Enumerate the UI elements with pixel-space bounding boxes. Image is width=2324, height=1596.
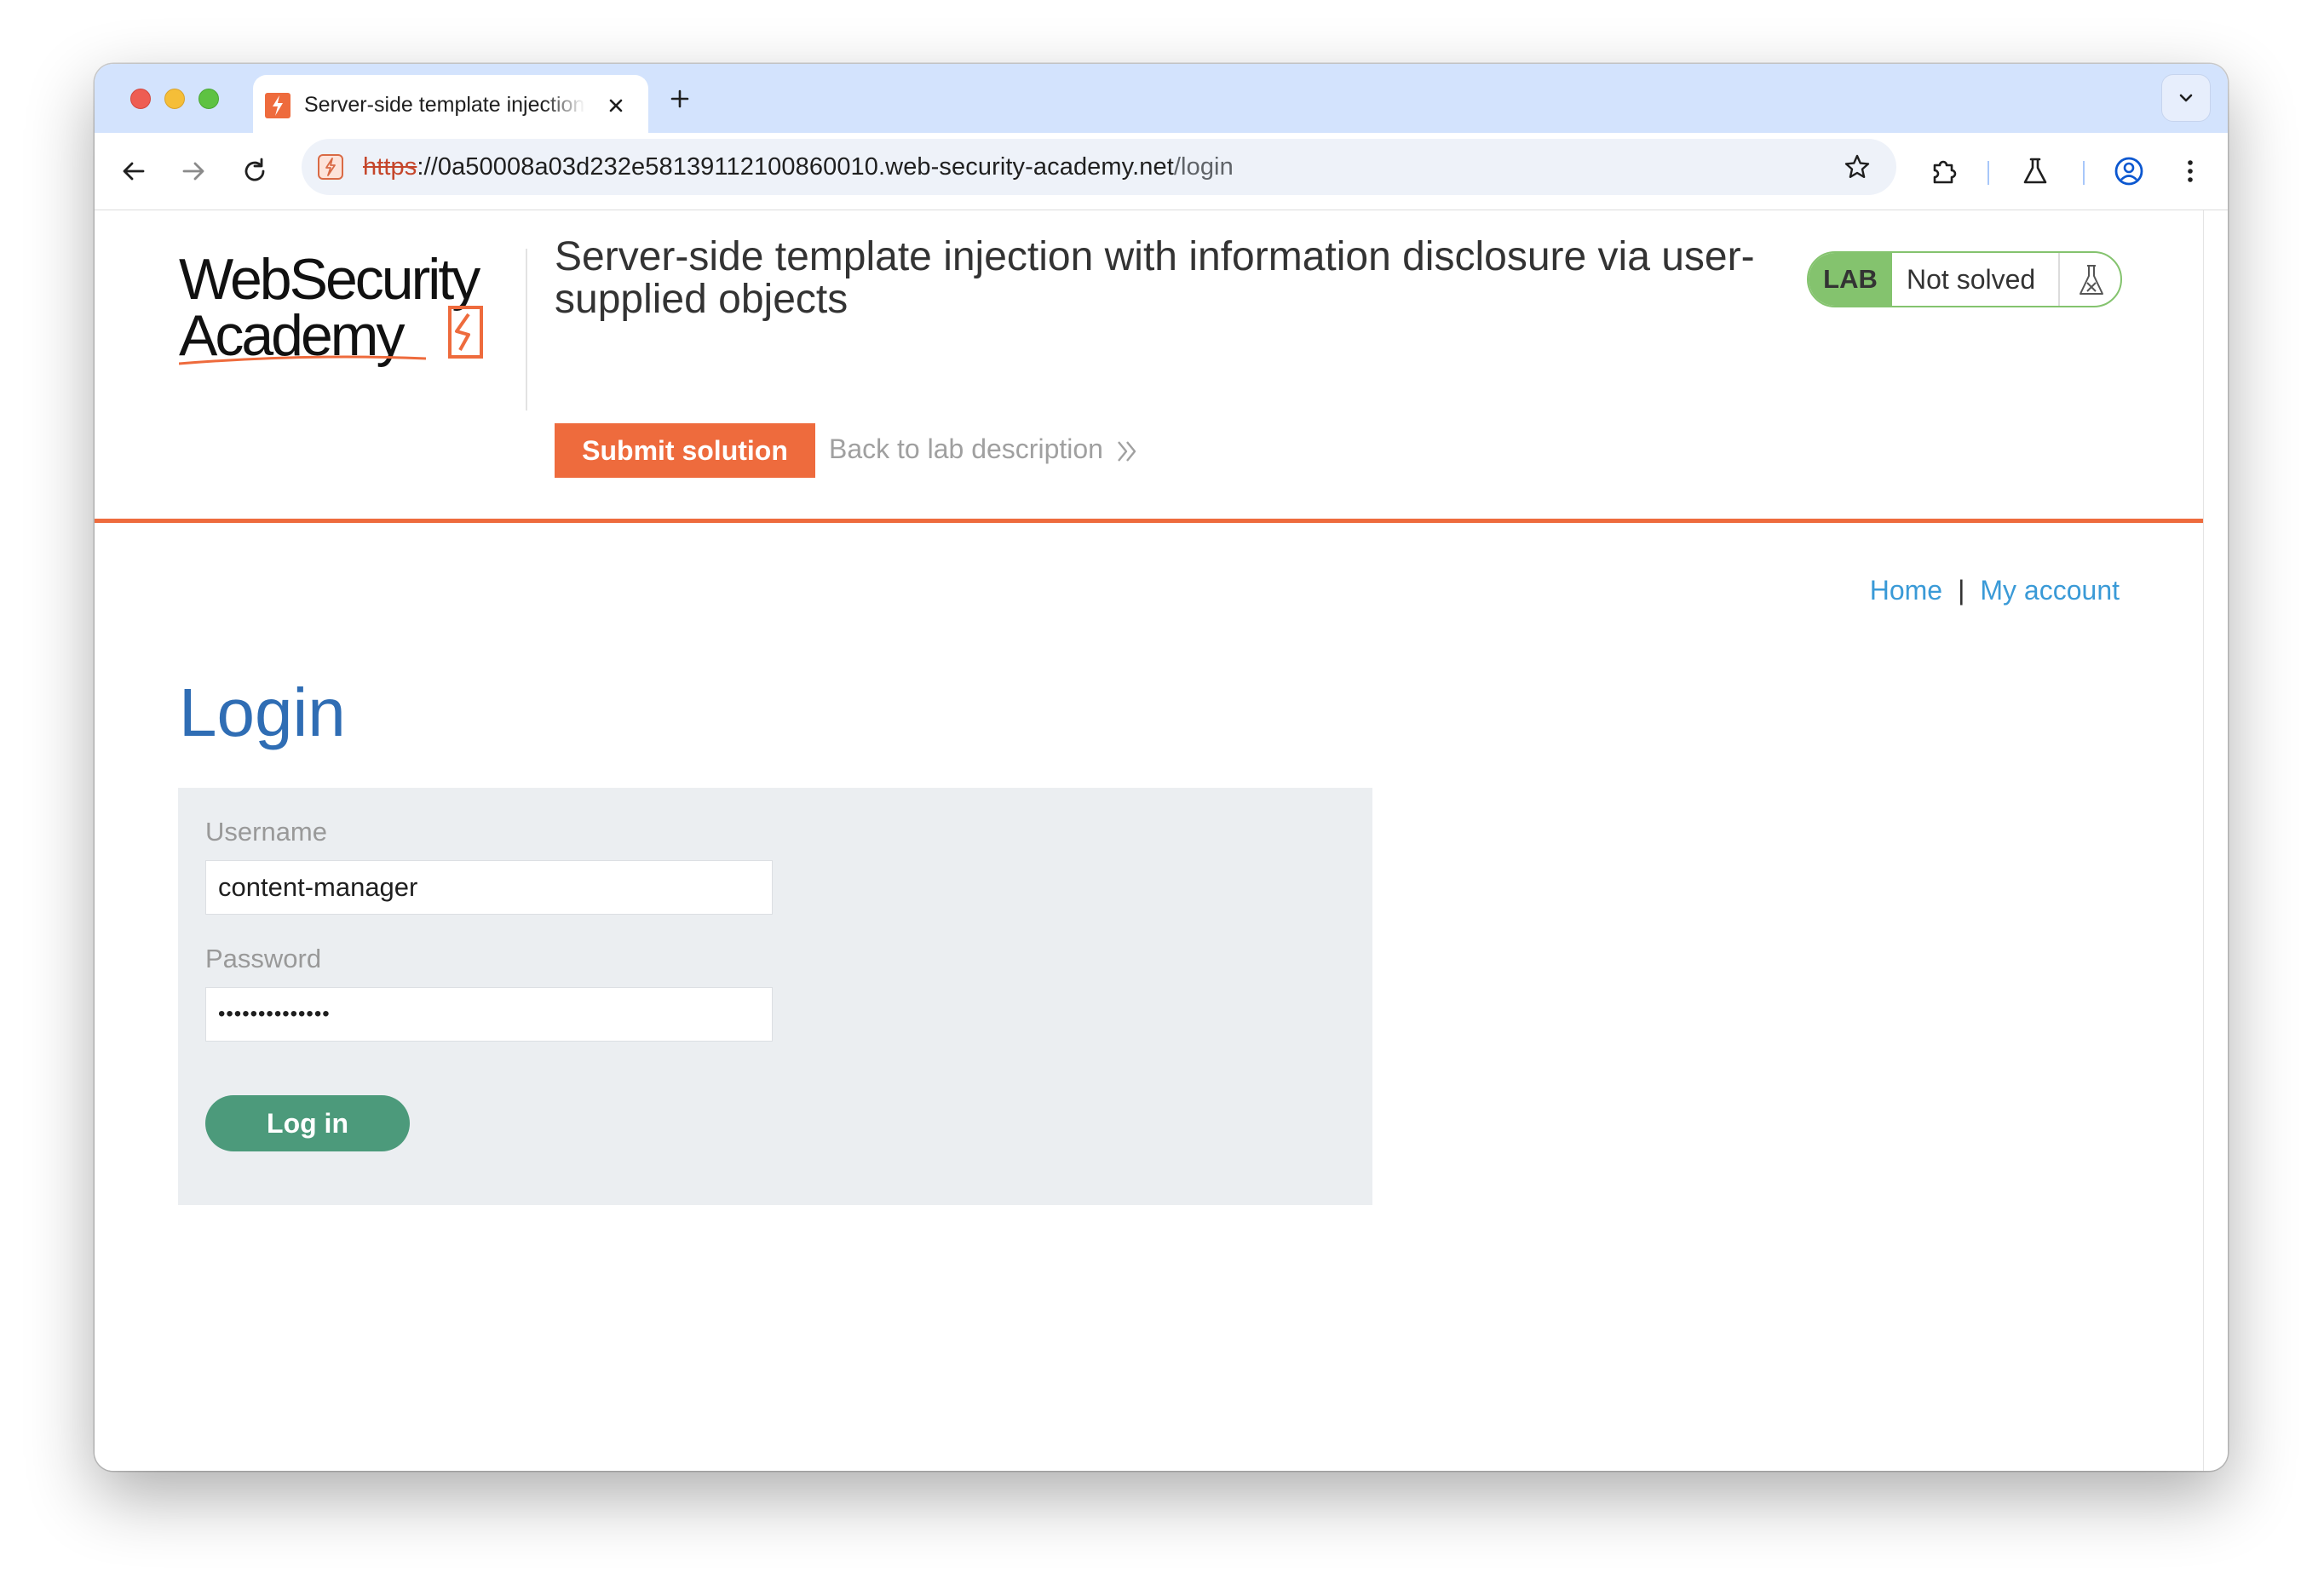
- header-divider: [526, 249, 527, 410]
- tab-search-button[interactable]: [2161, 74, 2211, 122]
- toolbar-divider: [1987, 161, 1989, 185]
- lab-status-badge: LAB Not solved: [1807, 251, 2122, 307]
- lab-status-text: Not solved: [1907, 264, 2036, 295]
- url-host: ://0a50008a03d232e58139112100860010.web-…: [417, 153, 1174, 181]
- labs-flask-icon[interactable]: [2019, 155, 2051, 187]
- browser-window: Server-side template injection with info…: [95, 64, 2228, 1471]
- forward-arrow-icon[interactable]: [178, 156, 209, 187]
- tab-active[interactable]: Server-side template injection with info…: [253, 75, 648, 133]
- nav-separator: |: [1958, 575, 1965, 606]
- zoom-window-button[interactable]: [198, 89, 219, 109]
- page-content: WebSecurity Academy Server-side template…: [95, 210, 2203, 1471]
- log-in-button[interactable]: Log in: [205, 1095, 410, 1151]
- tab-title: Server-side template injection with info…: [304, 93, 585, 117]
- password-label: Password: [205, 944, 322, 973]
- logo-line1: WebSecurity: [179, 247, 480, 312]
- url-path: /login: [1173, 153, 1234, 181]
- double-chevron-right-icon[interactable]: [1115, 437, 1139, 466]
- password-input[interactable]: [205, 987, 773, 1042]
- extensions-icon[interactable]: [1928, 155, 1960, 187]
- url-scheme: https: [363, 153, 417, 181]
- toolbar-divider: [2083, 161, 2085, 185]
- url-text[interactable]: https://0a50008a03d232e58139112100860010…: [363, 153, 1234, 181]
- page-title: Login: [179, 674, 346, 750]
- back-arrow-icon[interactable]: [118, 156, 149, 187]
- more-menu-icon[interactable]: [2174, 155, 2206, 187]
- chevron-down-icon: [2179, 94, 2193, 102]
- username-input[interactable]: [205, 860, 773, 915]
- address-bar[interactable]: https://0a50008a03d232e58139112100860010…: [302, 139, 1896, 195]
- new-tab-icon[interactable]: [667, 86, 693, 112]
- browser-toolbar: https://0a50008a03d232e58139112100860010…: [95, 133, 2228, 210]
- web-security-academy-logo[interactable]: WebSecurity Academy: [179, 246, 520, 374]
- bookmark-star-icon[interactable]: [1844, 153, 1871, 181]
- lab-title: Server-side template injection with info…: [555, 234, 1755, 322]
- profile-avatar-icon[interactable]: [2113, 155, 2145, 187]
- flask-icon: [2080, 265, 2103, 295]
- badge-divider: [2058, 253, 2060, 306]
- login-form: Username Password Log in: [178, 788, 1372, 1205]
- my-account-link[interactable]: My account: [1980, 575, 2120, 606]
- lab-label: LAB: [1809, 253, 1892, 306]
- close-window-button[interactable]: [130, 89, 151, 109]
- tab-strip: Server-side template injection with info…: [95, 64, 2228, 133]
- header-rule: [95, 519, 2203, 523]
- submit-solution-button[interactable]: Submit solution: [555, 423, 815, 478]
- top-navigation: Home | My account: [1870, 575, 2120, 606]
- reload-icon[interactable]: [239, 156, 270, 187]
- back-to-lab-description-link[interactable]: Back to lab description: [829, 433, 1103, 465]
- username-label: Username: [205, 817, 327, 847]
- scrollbar[interactable]: [2203, 210, 2228, 1471]
- minimize-window-button[interactable]: [164, 89, 185, 109]
- close-tab-icon[interactable]: [605, 95, 627, 117]
- portswigger-favicon-icon: [265, 93, 290, 118]
- site-info-icon[interactable]: [317, 153, 344, 181]
- home-link[interactable]: Home: [1870, 575, 1942, 606]
